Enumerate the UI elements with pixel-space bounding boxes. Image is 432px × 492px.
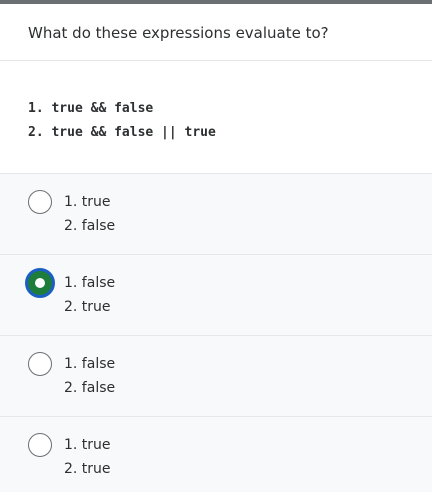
answer-line: 2. false xyxy=(64,380,116,396)
answer-line: 1. false xyxy=(64,275,116,291)
answer-option-2[interactable]: 1. false 2. true xyxy=(0,255,432,336)
answer-option-4[interactable]: 1. true 2. true xyxy=(0,417,432,492)
answer-line: 1. false xyxy=(64,356,116,372)
code-line-2: 2. true && false || true xyxy=(28,125,216,140)
answer-line: 1. true xyxy=(64,437,111,453)
answer-line: 2. false xyxy=(64,218,116,234)
radio-button[interactable] xyxy=(28,190,52,214)
answer-text: 1. false 2. false xyxy=(64,352,115,400)
answer-options: 1. true 2. false 1. false 2. true 1. fal… xyxy=(0,174,432,492)
answer-text: 1. false 2. true xyxy=(64,271,115,319)
question-prompt-text: What do these expressions evaluate to? xyxy=(28,24,329,42)
radio-button[interactable] xyxy=(28,433,52,457)
answer-option-3[interactable]: 1. false 2. false xyxy=(0,336,432,417)
code-block: 1. true && false 2. true && false || tru… xyxy=(0,61,432,174)
radio-button-selected[interactable] xyxy=(25,268,55,298)
answer-option-1[interactable]: 1. true 2. false xyxy=(0,174,432,255)
radio-button[interactable] xyxy=(28,352,52,376)
question-prompt: What do these expressions evaluate to? xyxy=(0,4,432,61)
answer-line: 2. true xyxy=(64,299,111,315)
answer-text: 1. true 2. false xyxy=(64,190,115,238)
answer-text: 1. true 2. true xyxy=(64,433,111,481)
answer-line: 2. true xyxy=(64,461,111,477)
code-line-1: 1. true && false xyxy=(28,101,154,116)
answer-line: 1. true xyxy=(64,194,111,210)
